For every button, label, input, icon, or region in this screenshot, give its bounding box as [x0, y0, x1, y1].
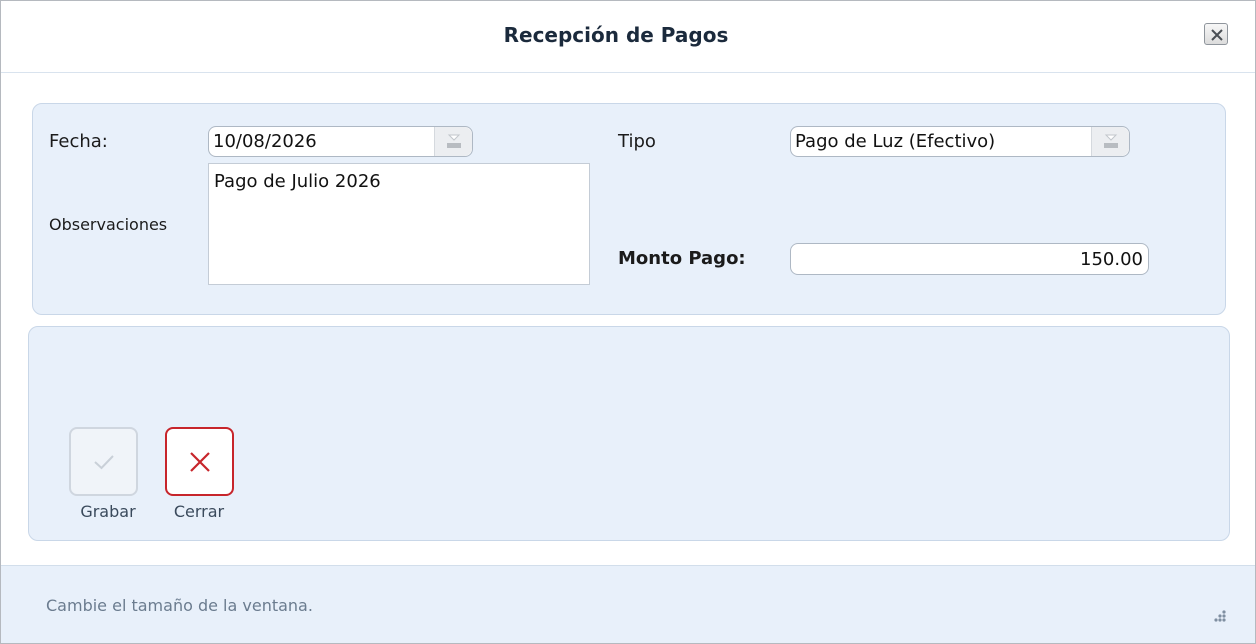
observaciones-textarea[interactable]: Pago de Julio 2026: [208, 163, 590, 285]
dialog-title: Recepción de Pagos: [503, 23, 729, 47]
tipo-dropdown-button[interactable]: [1091, 127, 1129, 156]
tipo-label: Tipo: [618, 131, 656, 152]
close-x-icon: [1211, 29, 1223, 41]
chevron-down-icon: [447, 134, 461, 148]
dialog-window: Recepción de Pagos Fecha: 10/08/2026 Obs…: [0, 0, 1256, 644]
dialog-header: Recepción de Pagos: [1, 1, 1255, 73]
observaciones-value: Pago de Julio 2026: [214, 171, 381, 192]
tipo-select[interactable]: Pago de Luz (Efectivo): [790, 126, 1130, 157]
status-bar: Cambie el tamaño de la ventana.: [1, 565, 1255, 643]
tipo-value: Pago de Luz (Efectivo): [795, 131, 996, 152]
resize-hint: Cambie el tamaño de la ventana.: [46, 596, 313, 615]
fecha-value: 10/08/2026: [213, 131, 317, 152]
x-icon: [190, 452, 210, 472]
fecha-date-picker[interactable]: 10/08/2026: [208, 126, 473, 157]
observaciones-label: Observaciones: [49, 215, 168, 234]
save-button-label[interactable]: Grabar: [58, 502, 158, 521]
save-button[interactable]: [69, 427, 138, 496]
resize-grip-icon[interactable]: [1208, 608, 1228, 628]
monto-input[interactable]: 150.00: [790, 243, 1149, 275]
monto-value: 150.00: [1080, 249, 1143, 270]
chevron-down-icon: [1104, 134, 1118, 148]
close-button[interactable]: [165, 427, 234, 496]
close-button-label[interactable]: Cerrar: [149, 502, 249, 521]
checkmark-icon: [94, 455, 114, 470]
window-close-button[interactable]: [1204, 23, 1228, 45]
fecha-dropdown-button[interactable]: [434, 127, 472, 156]
monto-label: Monto Pago:: [618, 248, 746, 269]
fecha-label: Fecha:: [49, 131, 108, 152]
